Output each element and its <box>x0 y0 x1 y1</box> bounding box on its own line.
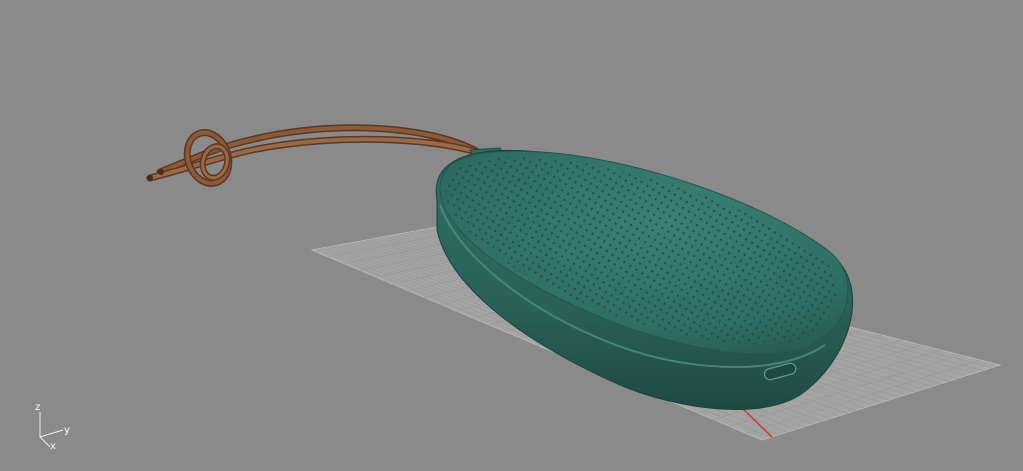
speaker-body[interactable] <box>435 149 854 410</box>
axis-label-z: z <box>35 402 40 413</box>
axis-label-x: x <box>50 441 56 452</box>
scene-render[interactable]: z y x <box>0 0 1023 471</box>
3d-viewport[interactable]: z y x <box>0 0 1023 471</box>
axes-gizmo: z y x <box>35 402 70 452</box>
axis-label-y: y <box>64 425 70 436</box>
